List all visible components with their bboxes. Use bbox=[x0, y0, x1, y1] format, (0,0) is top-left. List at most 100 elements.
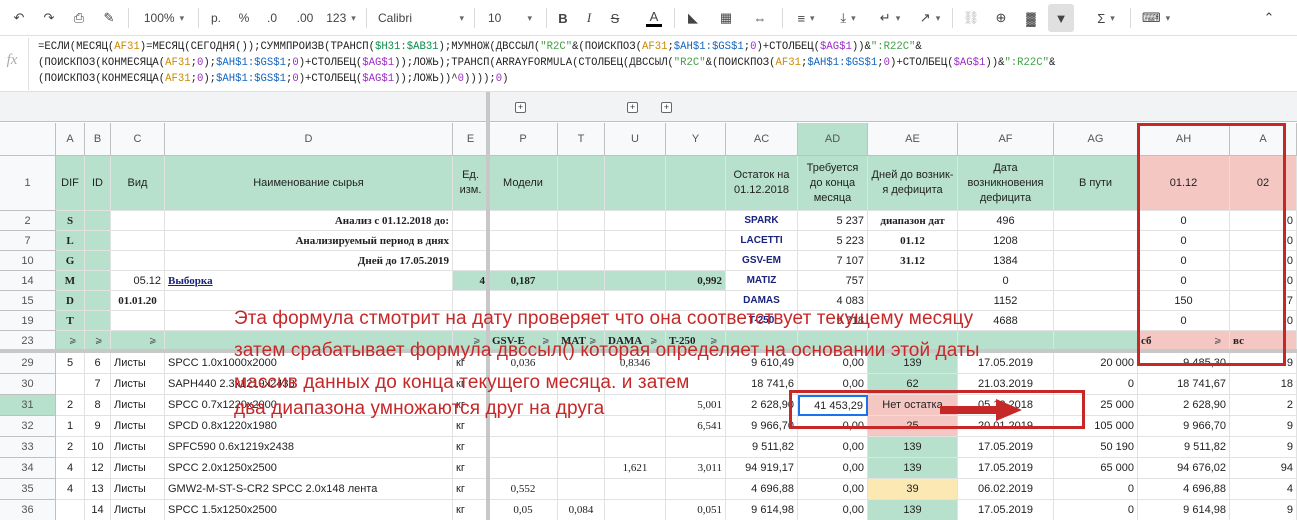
cell-t-36[interactable]: 0,084 bbox=[558, 500, 605, 520]
cell-ac-10[interactable]: GSV-EM bbox=[726, 251, 798, 271]
cell-af-14[interactable]: 0 bbox=[958, 271, 1054, 291]
column-header-ad[interactable]: AD bbox=[798, 123, 868, 156]
vertical-align-icon[interactable]: ⤓ bbox=[830, 0, 866, 36]
cell-a-36[interactable]: 9 bbox=[1230, 500, 1297, 520]
cell-af-34[interactable]: 17.05.2019 bbox=[958, 458, 1054, 479]
fill-color-icon[interactable]: ◣ bbox=[680, 0, 706, 36]
cell-c-7[interactable] bbox=[111, 231, 165, 251]
column-header-a[interactable]: A bbox=[56, 123, 85, 156]
cell-a-30[interactable]: 18 bbox=[1230, 374, 1297, 395]
cell-ag-15[interactable] bbox=[1054, 291, 1138, 311]
cell-ae-34[interactable]: 139 bbox=[868, 458, 958, 479]
cell-u-1[interactable] bbox=[605, 156, 666, 211]
cell-ad-7[interactable]: 5 223 bbox=[798, 231, 868, 251]
cell-ae-1[interactable]: Дней до возник-я дефицита bbox=[868, 156, 958, 211]
cell-ac-14[interactable]: MATIZ bbox=[726, 271, 798, 291]
cell-ae-36[interactable]: 139 bbox=[868, 500, 958, 520]
cell-ae-35[interactable]: 39 bbox=[868, 479, 958, 500]
link-icon[interactable]: ⛓ bbox=[958, 0, 984, 36]
cell-b-30[interactable]: 7 bbox=[85, 374, 111, 395]
cell-t-7[interactable] bbox=[558, 231, 605, 251]
cell-ah-32[interactable]: 9 966,70 bbox=[1138, 416, 1230, 437]
bold-icon[interactable]: B bbox=[552, 0, 574, 36]
cell-a-32[interactable]: 9 bbox=[1230, 416, 1297, 437]
cell-ad-35[interactable]: 0,00 bbox=[798, 479, 868, 500]
cell-p-33[interactable] bbox=[489, 437, 558, 458]
cell-ag-33[interactable]: 50 190 bbox=[1054, 437, 1138, 458]
input-tools-icon[interactable]: ⌨ bbox=[1136, 0, 1176, 36]
cell-c-36[interactable]: Листы bbox=[111, 500, 165, 520]
cell-e-33[interactable]: кг bbox=[453, 437, 489, 458]
cell-t-1[interactable] bbox=[558, 156, 605, 211]
cell-u-33[interactable] bbox=[605, 437, 666, 458]
cell-p-14[interactable]: 0,187 bbox=[489, 271, 558, 291]
column-header-ae[interactable]: AE bbox=[868, 123, 958, 156]
cell-y-35[interactable] bbox=[666, 479, 726, 500]
cell-ac-33[interactable]: 9 511,82 bbox=[726, 437, 798, 458]
redo-icon[interactable]: ↷ bbox=[36, 0, 62, 36]
paint-format-icon[interactable]: ✎ bbox=[96, 0, 122, 36]
cell-af-35[interactable]: 06.02.2019 bbox=[958, 479, 1054, 500]
cell-ah-36[interactable]: 9 614,98 bbox=[1138, 500, 1230, 520]
column-header-ac[interactable]: AC bbox=[726, 123, 798, 156]
cell-c-35[interactable]: Листы bbox=[111, 479, 165, 500]
cell-ac-36[interactable]: 9 614,98 bbox=[726, 500, 798, 520]
corner-cell[interactable] bbox=[0, 123, 56, 156]
font-select[interactable]: Calibri bbox=[372, 0, 470, 36]
filter-dropdown-icon[interactable]: ⩾ bbox=[69, 335, 77, 346]
cell-a-10[interactable]: G bbox=[56, 251, 85, 271]
cell-u-36[interactable] bbox=[605, 500, 666, 520]
cell-a-34[interactable]: 94 bbox=[1230, 458, 1297, 479]
cell-ae-10[interactable]: 31.12 bbox=[868, 251, 958, 271]
cell-d-7[interactable]: Анализируемый период в днях bbox=[165, 231, 453, 251]
expand-group-icon[interactable]: + bbox=[661, 102, 672, 113]
expand-group-icon[interactable]: + bbox=[515, 102, 526, 113]
cell-ae-33[interactable]: 139 bbox=[868, 437, 958, 458]
cell-d-36[interactable]: SPCC 1.5x1250x2500 bbox=[165, 500, 453, 520]
cell-u-32[interactable] bbox=[605, 416, 666, 437]
horizontal-align-icon[interactable]: ≡ bbox=[788, 0, 824, 36]
cell-c-29[interactable]: Листы bbox=[111, 353, 165, 374]
cell-y-2[interactable] bbox=[666, 211, 726, 231]
cell-ag-29[interactable]: 20 000 bbox=[1054, 353, 1138, 374]
cell-ag-10[interactable] bbox=[1054, 251, 1138, 271]
cell-c-10[interactable] bbox=[111, 251, 165, 271]
column-header-p[interactable]: P bbox=[489, 123, 558, 156]
cell-ag-14[interactable] bbox=[1054, 271, 1138, 291]
cell-d-14[interactable]: Выборка bbox=[165, 271, 453, 291]
cell-u-14[interactable] bbox=[605, 271, 666, 291]
cell-ad-10[interactable]: 7 107 bbox=[798, 251, 868, 271]
cell-a-1[interactable]: DIF bbox=[56, 156, 85, 211]
cell-c-2[interactable] bbox=[111, 211, 165, 231]
column-header-af[interactable]: AF bbox=[958, 123, 1054, 156]
column-header-y[interactable]: Y bbox=[666, 123, 726, 156]
strikethrough-icon[interactable]: S bbox=[604, 0, 626, 36]
cell-a-14[interactable]: M bbox=[56, 271, 85, 291]
text-color-icon[interactable]: A bbox=[640, 0, 668, 36]
row-header[interactable]: 32 bbox=[0, 416, 56, 437]
borders-icon[interactable]: ▦ bbox=[712, 0, 740, 36]
font-size-select[interactable]: 10 bbox=[480, 0, 540, 36]
percent-button[interactable]: % bbox=[232, 0, 256, 36]
cell-p-2[interactable] bbox=[489, 211, 558, 231]
cell-ad-14[interactable]: 757 bbox=[798, 271, 868, 291]
cell-t-33[interactable] bbox=[558, 437, 605, 458]
cell-e-7[interactable] bbox=[453, 231, 489, 251]
frozen-column-divider[interactable] bbox=[486, 92, 490, 520]
comment-icon[interactable]: ⊕ bbox=[988, 0, 1014, 36]
cell-ag-36[interactable]: 0 bbox=[1054, 500, 1138, 520]
cell-ag-1[interactable]: В пути bbox=[1054, 156, 1138, 211]
cell-ac-30[interactable]: 18 741,6 bbox=[726, 374, 798, 395]
cell-e-10[interactable] bbox=[453, 251, 489, 271]
cell-b-29[interactable]: 6 bbox=[85, 353, 111, 374]
cell-d-2[interactable]: Анализ с 01.12.2018 до: bbox=[165, 211, 453, 231]
cell-d-33[interactable]: SPFC590 0.6x1219x2438 bbox=[165, 437, 453, 458]
cell-c-14[interactable]: 05.12 bbox=[111, 271, 165, 291]
cell-t-34[interactable] bbox=[558, 458, 605, 479]
row-header[interactable]: 15 bbox=[0, 291, 56, 311]
cell-b-33[interactable]: 10 bbox=[85, 437, 111, 458]
cell-b-7[interactable] bbox=[85, 231, 111, 251]
cell-b-14[interactable] bbox=[85, 271, 111, 291]
cell-t-35[interactable] bbox=[558, 479, 605, 500]
cell-a-31[interactable]: 2 bbox=[1230, 395, 1297, 416]
